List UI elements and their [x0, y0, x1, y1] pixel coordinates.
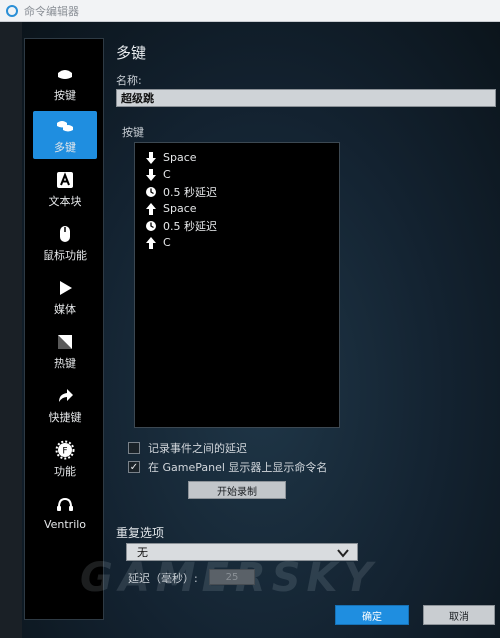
- sidebar-item-ventrilo[interactable]: Ventrilo: [33, 489, 97, 537]
- sidebar-item-label: 文本块: [48, 194, 82, 208]
- cancel-button[interactable]: 取消: [423, 605, 495, 625]
- list-item[interactable]: 0.5 秒延迟: [145, 217, 339, 234]
- sidebar-item-key[interactable]: 按键: [33, 59, 97, 107]
- sidebar-item-label: 按键: [54, 88, 76, 102]
- list-item[interactable]: Space: [145, 149, 339, 166]
- clock-icon: [146, 186, 156, 197]
- arrow-down-icon: [146, 168, 156, 181]
- sidebar-item-text-block[interactable]: 文本块: [33, 165, 97, 213]
- sidebar-item-label: 鼠标功能: [43, 248, 87, 262]
- repeat-options-title: 重复选项: [116, 526, 165, 540]
- svg-text:F: F: [62, 446, 67, 456]
- hotkey-icon: [58, 334, 72, 349]
- sidebar-item-media[interactable]: 媒体: [33, 273, 97, 321]
- multi-key-icon: [57, 120, 73, 131]
- window-title: 命令编辑器: [24, 4, 79, 18]
- sidebar-item-label: 媒体: [54, 302, 76, 316]
- delay-label: 延迟（毫秒）:: [128, 572, 198, 585]
- name-label: 名称:: [116, 74, 142, 87]
- show-name-label: 在 GamePanel 显示器上显示命令名: [148, 461, 328, 474]
- list-item[interactable]: Space: [145, 200, 339, 217]
- chevron-down-icon: [337, 549, 349, 558]
- keys-label: 按键: [122, 126, 144, 139]
- title-bar: 命令编辑器: [0, 0, 500, 22]
- sidebar-item-shortcut[interactable]: 快捷键: [33, 381, 97, 429]
- background-strip: [0, 22, 22, 638]
- show-name-checkbox[interactable]: ✓: [128, 461, 140, 473]
- text-block-icon: [57, 171, 73, 188]
- headset-icon: [57, 497, 73, 511]
- shortcut-arrow-icon: [59, 388, 73, 402]
- command-name-input[interactable]: 超级跳: [116, 89, 496, 107]
- arrow-down-icon: [146, 151, 156, 164]
- mouse-icon: [60, 225, 70, 242]
- show-name-option[interactable]: ✓ 在 GamePanel 显示器上显示命令名: [128, 459, 327, 475]
- sidebar-item-label: 热键: [54, 356, 76, 370]
- ok-button[interactable]: 确定: [335, 605, 409, 625]
- arrow-up-icon: [146, 236, 156, 249]
- delay-ms-input[interactable]: 25: [209, 569, 255, 585]
- key-icon: [58, 69, 72, 79]
- key-sequence-list[interactable]: Space C 0.5 秒延迟 Space 0.5 秒延迟 C: [134, 142, 340, 428]
- section-title: 多键: [116, 44, 147, 62]
- command-type-sidebar: 按键 多键 文本块 鼠标功能 媒体 热键 快捷键 F 功能 Ventrilo: [24, 38, 104, 620]
- function-gear-icon: F: [55, 440, 75, 459]
- logitech-logo-icon: [6, 4, 18, 17]
- sidebar-item-multi-key[interactable]: 多键: [33, 111, 97, 159]
- record-delay-checkbox[interactable]: [128, 442, 140, 454]
- sidebar-item-label: 功能: [54, 464, 76, 478]
- start-recording-button[interactable]: 开始录制: [188, 481, 286, 499]
- clock-icon: [146, 220, 156, 231]
- sidebar-item-function[interactable]: F 功能: [33, 435, 97, 483]
- list-item[interactable]: 0.5 秒延迟: [145, 183, 339, 200]
- sidebar-item-label: 多键: [54, 140, 76, 154]
- play-icon: [60, 280, 72, 295]
- sidebar-item-label: Ventrilo: [43, 518, 87, 531]
- record-delay-option[interactable]: 记录事件之间的延迟: [128, 440, 247, 456]
- list-item[interactable]: C: [145, 166, 339, 183]
- repeat-select[interactable]: 无: [126, 543, 358, 561]
- record-delay-label: 记录事件之间的延迟: [148, 442, 247, 455]
- sidebar-item-hotkey[interactable]: 热键: [33, 327, 97, 375]
- sidebar-item-mouse[interactable]: 鼠标功能: [33, 219, 97, 267]
- list-item[interactable]: C: [145, 234, 339, 251]
- sidebar-item-label: 快捷键: [48, 410, 82, 424]
- repeat-select-value: 无: [137, 546, 148, 559]
- arrow-up-icon: [146, 202, 156, 215]
